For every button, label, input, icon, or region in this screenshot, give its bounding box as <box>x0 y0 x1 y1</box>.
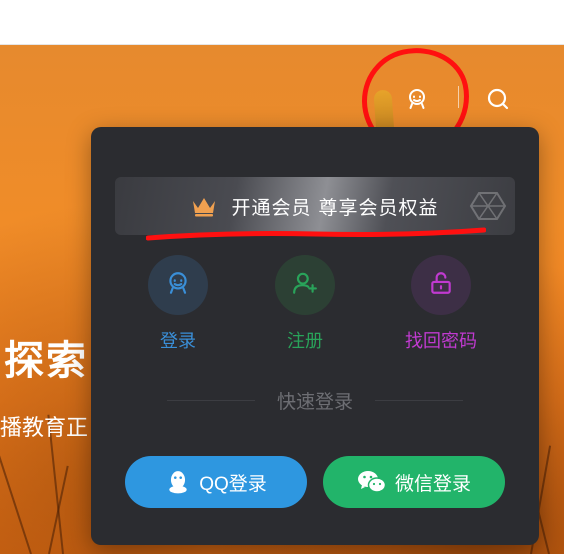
quick-login-label: 快速登录 <box>277 390 354 413</box>
hero-subtitle: 播教育正 <box>0 416 89 441</box>
unlock-icon <box>428 270 454 300</box>
header-divider <box>458 86 459 108</box>
hero-title: 探索 <box>4 338 88 384</box>
qq-login-label: QQ登录 <box>199 473 267 495</box>
search-icon[interactable] <box>483 84 513 114</box>
register-icon-circle <box>275 255 335 315</box>
diamond-decoration-icon <box>469 192 507 220</box>
wechat-login-label: 微信登录 <box>394 473 471 495</box>
recover-password-action[interactable]: 找回密码 <box>381 255 501 353</box>
add-user-icon <box>292 270 318 300</box>
user-avatar-icon[interactable] <box>402 84 432 114</box>
register-action[interactable]: 注册 <box>245 255 365 353</box>
browser-top-bar <box>0 0 564 45</box>
recover-icon-circle <box>411 255 471 315</box>
wechat-icon <box>357 469 387 495</box>
divider-line <box>167 399 255 401</box>
vip-membership-banner[interactable]: 开通会员 尊享会员权益 <box>115 177 515 235</box>
crown-icon <box>191 195 217 217</box>
login-label: 登录 <box>160 331 196 352</box>
register-label: 注册 <box>287 331 323 352</box>
recover-password-label: 找回密码 <box>405 331 477 352</box>
qq-icon <box>165 469 191 495</box>
login-action[interactable]: 登录 <box>118 255 238 353</box>
login-icon-circle <box>148 255 208 315</box>
login-dropdown-panel: 开通会员 尊享会员权益 登录 注册 找回密码 快速登录 QQ登录 微信登录 <box>91 127 539 545</box>
vip-banner-text: 开通会员 尊享会员权益 <box>231 196 439 219</box>
user-icon <box>165 270 191 300</box>
qq-login-button[interactable]: QQ登录 <box>125 456 307 508</box>
divider-line <box>375 399 464 401</box>
grass-decoration <box>0 439 32 554</box>
quick-login-divider: 快速登录 <box>167 385 464 415</box>
wechat-login-button[interactable]: 微信登录 <box>323 456 505 508</box>
